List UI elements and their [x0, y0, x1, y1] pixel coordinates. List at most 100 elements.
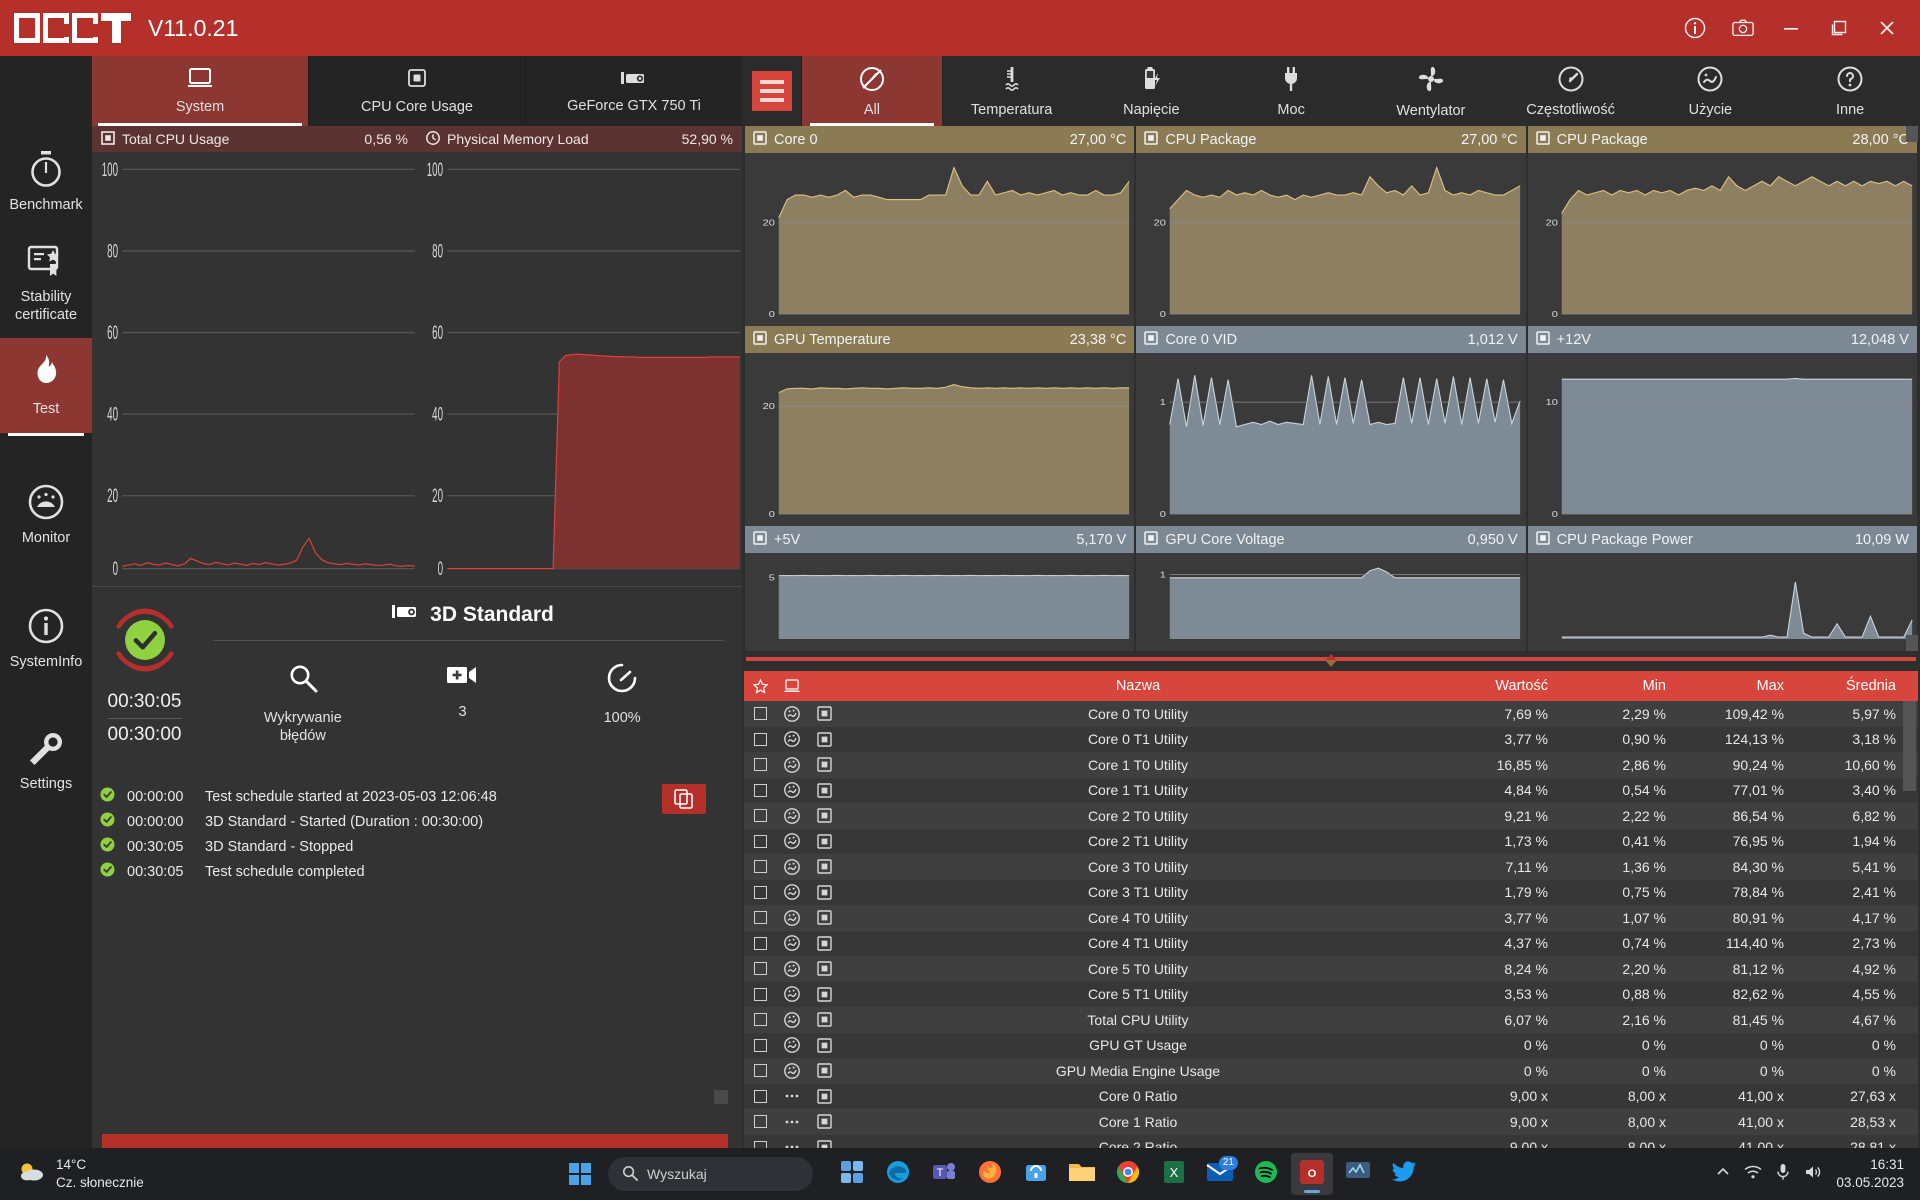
sidebar-item-systeminfo[interactable]: SystemInfo: [0, 591, 92, 685]
row-sensor-icon[interactable]: [808, 808, 840, 823]
table-row[interactable]: GPU Media Engine Usage 0 % 0 % 0 % 0 %: [744, 1058, 1918, 1084]
row-sensor-icon[interactable]: [808, 1063, 840, 1078]
table-row[interactable]: Core 2 T0 Utility 9,21 % 2,22 % 86,54 % 6,82…: [744, 803, 1918, 829]
sidebar-item-settings[interactable]: Settings: [0, 715, 92, 807]
row-checkbox[interactable]: [744, 783, 776, 797]
graph-card--5v[interactable]: +5V 5,170 V 5: [745, 526, 1135, 651]
taskbar-spotify[interactable]: [1245, 1153, 1287, 1195]
table-row[interactable]: Core 0 T1 Utility 3,77 % 0,90 % 124,13 % 3,1…: [744, 726, 1918, 752]
search-input[interactable]: Wyszukaj: [608, 1157, 813, 1191]
row-checkbox[interactable]: [744, 1038, 776, 1052]
row-gauge-icon[interactable]: [776, 1011, 808, 1028]
row-gauge-icon[interactable]: [776, 1115, 808, 1129]
row-gauge-icon[interactable]: [776, 807, 808, 824]
graph-card-core-0[interactable]: Core 0 27,00 °C 20 0: [745, 126, 1135, 326]
column-header-name[interactable]: Nazwa: [840, 678, 1436, 694]
taskbar-weather[interactable]: 14°C Cz. słonecznie: [0, 1156, 250, 1191]
graph-scrollbar[interactable]: [1906, 126, 1918, 651]
row-checkbox[interactable]: [744, 707, 776, 721]
tab-inne[interactable]: Inne: [1780, 56, 1920, 126]
taskbar-excel[interactable]: X: [1153, 1153, 1195, 1195]
column-header-average[interactable]: Średnia: [1800, 678, 1918, 694]
row-gauge-icon[interactable]: [776, 960, 808, 977]
row-gauge-icon[interactable]: [776, 1037, 808, 1054]
row-sensor-icon[interactable]: [808, 1089, 840, 1104]
row-checkbox[interactable]: [744, 911, 776, 925]
sensor-menu-button[interactable]: [742, 56, 802, 126]
table-row[interactable]: Core 1 T1 Utility 4,84 % 0,54 % 77,01 % 3,40…: [744, 777, 1918, 803]
row-gauge-icon[interactable]: [776, 782, 808, 799]
taskbar-firefox[interactable]: [969, 1153, 1011, 1195]
row-sensor-icon[interactable]: [808, 834, 840, 849]
row-gauge-icon[interactable]: [776, 858, 808, 875]
taskbar-occt[interactable]: O: [1291, 1153, 1333, 1195]
chevron-up-icon[interactable]: [1716, 1165, 1730, 1184]
tab-gpu[interactable]: GeForce GTX 750 Ti: [526, 56, 742, 126]
table-row[interactable]: Core 3 T1 Utility 1,79 % 0,75 % 78,84 % 2,41…: [744, 879, 1918, 905]
sidebar-item-benchmark[interactable]: Benchmark: [0, 134, 92, 228]
column-header-max[interactable]: Max: [1682, 678, 1800, 694]
copy-log-button[interactable]: [662, 784, 706, 814]
table-row[interactable]: Core 2 T1 Utility 1,73 % 0,41 % 76,95 % 1,94…: [744, 828, 1918, 854]
graph-card-cpu-package-power[interactable]: CPU Package Power 10,09 W: [1527, 526, 1917, 651]
network-icon[interactable]: [1744, 1164, 1762, 1185]
row-sensor-icon[interactable]: [808, 1038, 840, 1053]
row-sensor-icon[interactable]: [808, 732, 840, 747]
table-row[interactable]: Core 1 Ratio 9,00 x 8,00 x 41,00 x 28,53 x: [744, 1109, 1918, 1135]
table-row[interactable]: Core 3 T0 Utility 7,11 % 1,36 % 84,30 % 5,41…: [744, 854, 1918, 880]
row-sensor-icon[interactable]: [808, 859, 840, 874]
log-scrollbar-thumb[interactable]: [714, 1090, 728, 1104]
row-checkbox[interactable]: [744, 936, 776, 950]
taskbar-store[interactable]: [1015, 1153, 1057, 1195]
taskbar-mail[interactable]: 21: [1199, 1153, 1241, 1195]
row-gauge-icon[interactable]: [776, 705, 808, 722]
row-checkbox[interactable]: [744, 1064, 776, 1078]
row-gauge-icon[interactable]: [776, 935, 808, 952]
row-gauge-icon[interactable]: [776, 1062, 808, 1079]
taskbar-teams[interactable]: T: [923, 1153, 965, 1195]
row-sensor-icon[interactable]: [808, 910, 840, 925]
table-row[interactable]: Total CPU Utility 6,07 % 2,16 % 81,45 % 4,67…: [744, 1007, 1918, 1033]
splitter-down-icon[interactable]: [1324, 654, 1338, 672]
close-button[interactable]: [1876, 17, 1898, 39]
row-sensor-icon[interactable]: [808, 706, 840, 721]
row-checkbox[interactable]: [744, 732, 776, 746]
minimize-button[interactable]: [1780, 17, 1802, 39]
taskbar-monitor[interactable]: [1337, 1153, 1379, 1195]
row-checkbox[interactable]: [744, 1013, 776, 1027]
tab-moc[interactable]: Moc: [1221, 56, 1361, 126]
graph-card-cpu-package[interactable]: CPU Package 27,00 °C 20 0: [1136, 126, 1526, 326]
graph-card--12v[interactable]: +12V 12,048 V 10 0: [1527, 326, 1917, 526]
row-gauge-icon[interactable]: [776, 731, 808, 748]
tab-wentylator[interactable]: Wentylator: [1361, 56, 1501, 126]
table-row[interactable]: Core 0 Ratio 9,00 x 8,00 x 41,00 x 27,63 x: [744, 1083, 1918, 1109]
column-header-min[interactable]: Min: [1564, 678, 1682, 694]
table-row[interactable]: Core 0 T0 Utility 7,69 % 2,29 % 109,42 % 5,9…: [744, 701, 1918, 727]
graph-card-gpu-temperature[interactable]: GPU Temperature 23,38 °C 20 0: [745, 326, 1135, 526]
column-header-value[interactable]: Wartość: [1436, 678, 1564, 694]
table-row[interactable]: GPU GT Usage 0 % 0 % 0 % 0 %: [744, 1032, 1918, 1058]
taskbar-explorer[interactable]: [1061, 1153, 1103, 1195]
taskbar-chrome[interactable]: [1107, 1153, 1149, 1195]
table-row[interactable]: Core 5 T1 Utility 3,53 % 0,88 % 82,62 % 4,55…: [744, 981, 1918, 1007]
row-sensor-icon[interactable]: [808, 885, 840, 900]
maximize-button[interactable]: [1828, 17, 1850, 39]
graph-card-core-0-vid[interactable]: Core 0 VID 1,012 V10: [1136, 326, 1526, 526]
monitor-small-icon[interactable]: [776, 679, 808, 693]
graph-card-gpu-core-voltage[interactable]: GPU Core Voltage 0,950 V 1: [1136, 526, 1526, 651]
row-sensor-icon[interactable]: [808, 783, 840, 798]
info-icon[interactable]: [1684, 17, 1706, 39]
row-sensor-icon[interactable]: [808, 961, 840, 976]
tab-system[interactable]: System: [92, 56, 309, 126]
tab-temperatura[interactable]: Temperatura: [942, 56, 1082, 126]
sidebar-item-stability-certificate[interactable]: Stability certificate: [0, 228, 92, 338]
table-row[interactable]: Core 1 T0 Utility 16,85 % 2,86 % 90,24 % 10,…: [744, 752, 1918, 778]
row-gauge-icon[interactable]: [776, 909, 808, 926]
tab-napiecie[interactable]: Napięcie: [1082, 56, 1222, 126]
row-checkbox[interactable]: [744, 987, 776, 1001]
row-sensor-icon[interactable]: [808, 1012, 840, 1027]
row-checkbox[interactable]: [744, 860, 776, 874]
row-gauge-icon[interactable]: [776, 1089, 808, 1103]
row-gauge-icon[interactable]: [776, 833, 808, 850]
tab-cpu-core-usage[interactable]: CPU Core Usage: [309, 56, 526, 126]
